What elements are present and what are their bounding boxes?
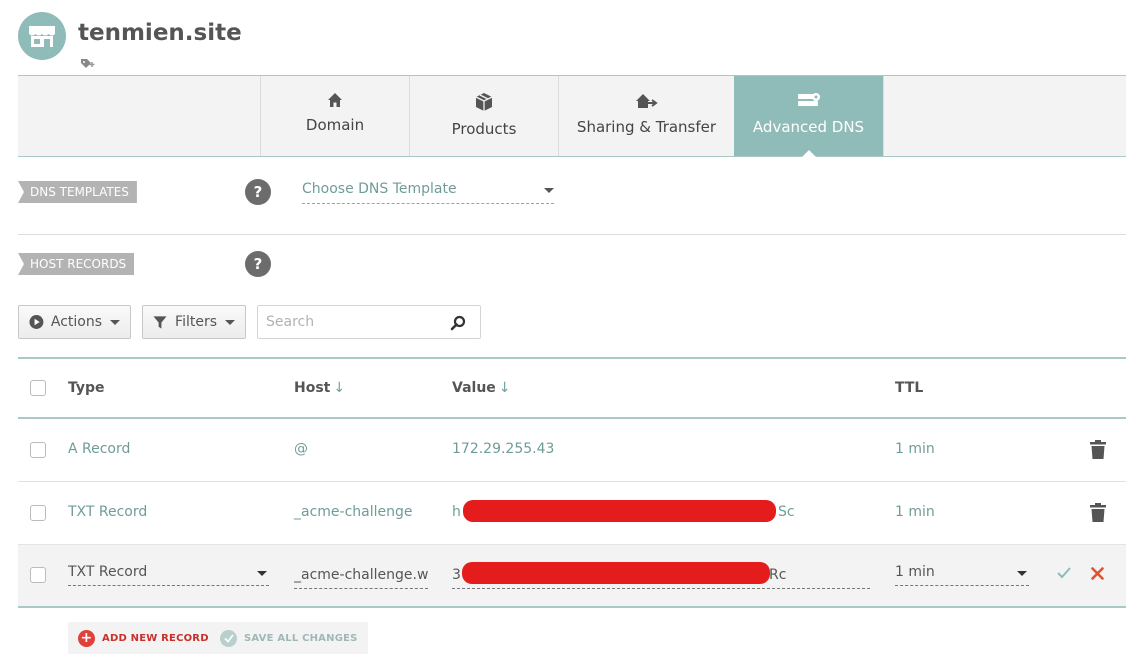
filter-icon bbox=[153, 315, 167, 329]
row-checkbox[interactable] bbox=[30, 442, 46, 458]
check-circle-icon bbox=[220, 629, 237, 647]
table-header: Type Host ↓ Value ↓ TTL bbox=[18, 357, 1126, 419]
select-all-checkbox[interactable] bbox=[30, 380, 46, 396]
box-icon bbox=[475, 93, 493, 111]
home-icon bbox=[328, 93, 342, 107]
chevron-down-icon bbox=[110, 319, 120, 325]
dns-templates-help-icon[interactable]: ? bbox=[245, 179, 271, 205]
column-header-value[interactable]: Value ↓ bbox=[452, 380, 511, 396]
host-records-help-icon[interactable]: ? bbox=[245, 251, 271, 277]
record-ttl-value: 1 min bbox=[895, 564, 935, 580]
save-all-changes-label: SAVE ALL CHANGES bbox=[244, 632, 358, 644]
record-type[interactable]: TXT Record bbox=[68, 504, 147, 520]
record-ttl[interactable]: 1 min bbox=[895, 441, 935, 457]
tab-domain[interactable]: Domain bbox=[260, 76, 409, 156]
record-ttl[interactable]: 1 min bbox=[895, 504, 935, 520]
close-icon[interactable] bbox=[1091, 567, 1104, 580]
column-header-value-label: Value bbox=[452, 380, 496, 396]
add-new-record-label: ADD NEW RECORD bbox=[102, 632, 209, 644]
filters-button[interactable]: Filters bbox=[142, 305, 246, 339]
chevron-down-icon bbox=[1017, 571, 1027, 576]
record-value-end[interactable]: Sc bbox=[778, 504, 795, 520]
row-checkbox[interactable] bbox=[30, 567, 46, 583]
record-ttl-select[interactable]: 1 min bbox=[895, 564, 1029, 586]
actions-label: Actions bbox=[50, 314, 102, 330]
column-header-type: Type bbox=[68, 380, 105, 396]
dns-icon bbox=[797, 93, 820, 106]
tab-label: Sharing & Transfer bbox=[576, 118, 717, 136]
host-records-label: HOST RECORDS bbox=[18, 253, 135, 275]
column-header-host-label: Host bbox=[294, 380, 331, 396]
sort-arrow-icon: ↓ bbox=[498, 380, 511, 396]
tab-sharing-transfer[interactable]: Sharing & Transfer bbox=[558, 76, 734, 156]
record-type-select[interactable]: TXT Record bbox=[68, 564, 269, 586]
dns-template-select-value: Choose DNS Template bbox=[302, 181, 457, 197]
save-all-changes-button[interactable]: SAVE ALL CHANGES bbox=[210, 622, 368, 654]
dns-templates-label: DNS TEMPLATES bbox=[18, 181, 137, 203]
chevron-down-icon bbox=[544, 188, 554, 193]
checkmark-icon[interactable] bbox=[1057, 567, 1071, 579]
record-host-input[interactable]: _acme-challenge.wv bbox=[294, 567, 428, 589]
table-row[interactable]: A Record @ 172.29.255.43 1 min bbox=[18, 419, 1126, 482]
transfer-icon bbox=[635, 94, 658, 108]
record-host-value: _acme-challenge.wv bbox=[294, 567, 428, 583]
filters-label: Filters bbox=[175, 314, 217, 330]
tab-label: Products bbox=[451, 120, 517, 138]
host-records-table: Type Host ↓ Value ↓ TTL A Record @ 172.29.… bbox=[18, 357, 1126, 608]
record-type[interactable]: A Record bbox=[68, 441, 130, 457]
add-tag-icon[interactable] bbox=[80, 55, 96, 74]
record-value-end: Rc bbox=[769, 567, 787, 583]
search-box bbox=[257, 305, 481, 339]
redaction-mark bbox=[462, 562, 770, 584]
trash-icon[interactable] bbox=[1090, 503, 1106, 522]
redaction-mark bbox=[463, 500, 776, 522]
tab-divider bbox=[883, 76, 884, 156]
table-row[interactable]: TXT Record _acme-challenge h Sc 1 min bbox=[18, 482, 1126, 545]
record-value-start: 3 bbox=[452, 567, 461, 583]
column-header-host[interactable]: Host ↓ bbox=[294, 380, 345, 396]
column-header-ttl: TTL bbox=[895, 380, 924, 396]
row-checkbox[interactable] bbox=[30, 505, 46, 521]
add-new-record-button[interactable]: + ADD NEW RECORD bbox=[68, 622, 219, 654]
record-value[interactable]: 172.29.255.43 bbox=[452, 441, 554, 457]
storefront-icon bbox=[29, 26, 55, 47]
tab-label: Domain bbox=[305, 116, 365, 134]
play-circle-icon bbox=[29, 315, 44, 329]
record-value-start[interactable]: h bbox=[452, 504, 461, 520]
sort-arrow-icon: ↓ bbox=[333, 380, 346, 396]
chevron-down-icon bbox=[225, 319, 235, 325]
search-input[interactable] bbox=[266, 314, 436, 330]
record-host[interactable]: @ bbox=[294, 441, 308, 457]
dns-template-select[interactable]: Choose DNS Template bbox=[302, 181, 554, 204]
table-row-editing[interactable]: TXT Record _acme-challenge.wv 3 Rc 1 min bbox=[18, 545, 1126, 608]
record-host[interactable]: _acme-challenge bbox=[294, 504, 413, 520]
site-title: tenmien.site bbox=[78, 20, 242, 46]
tab-products[interactable]: Products bbox=[409, 76, 558, 156]
plus-circle-icon: + bbox=[78, 629, 95, 647]
actions-button[interactable]: Actions bbox=[18, 305, 131, 339]
tab-bar: Domain Products Sharing & Transfer Advan… bbox=[18, 75, 1126, 157]
chevron-down-icon bbox=[257, 571, 267, 576]
tab-advanced-dns[interactable]: Advanced DNS bbox=[734, 76, 883, 157]
record-type-value: TXT Record bbox=[68, 564, 148, 580]
tab-label: Advanced DNS bbox=[752, 118, 865, 136]
divider bbox=[18, 234, 1126, 235]
trash-icon[interactable] bbox=[1090, 440, 1106, 459]
site-avatar bbox=[18, 12, 66, 60]
search-icon[interactable] bbox=[450, 315, 466, 331]
